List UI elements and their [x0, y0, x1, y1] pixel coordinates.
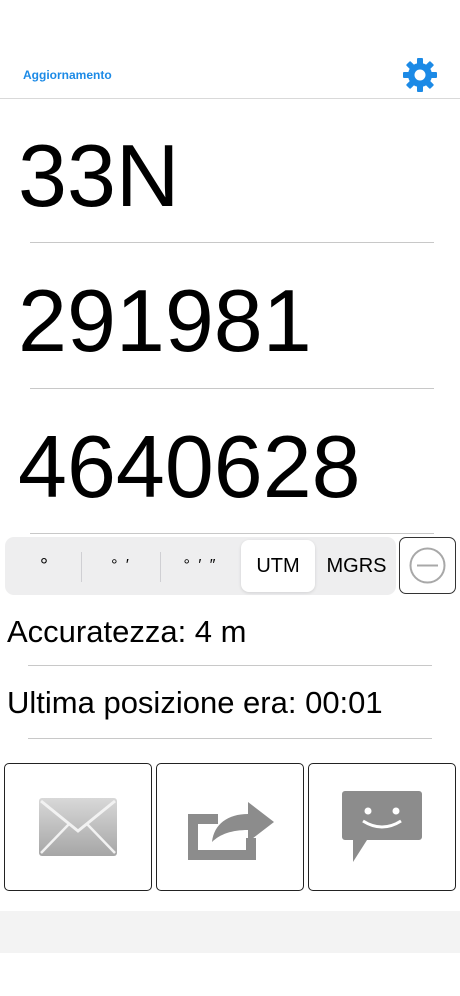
minus-circle-icon [409, 547, 446, 584]
divider [28, 665, 432, 666]
utm-easting: 291981 [18, 271, 312, 370]
divider [30, 388, 434, 389]
settings-button[interactable] [400, 55, 440, 95]
email-button[interactable] [4, 763, 152, 891]
format-option-label: UTM [256, 554, 300, 577]
screen: Aggiornamento 33N 291981 4640628 ° ° ′ °… [0, 0, 460, 996]
gear-icon [403, 58, 437, 92]
accuracy-text: Accuratezza: 4 m [7, 614, 247, 649]
format-option-label: ° ′ ″ [183, 557, 218, 574]
share-icon [188, 802, 274, 860]
top-bar: Aggiornamento [0, 0, 460, 99]
format-option-degrees[interactable]: ° [7, 540, 81, 592]
share-button[interactable] [156, 763, 304, 891]
last-position-text: Ultima posizione era: 00:01 [7, 685, 383, 720]
message-button[interactable] [308, 763, 456, 891]
format-segmented-control: ° ° ′ ° ′ ″ UTM MGRS [5, 537, 396, 595]
format-option-degrees-minutes[interactable]: ° ′ [82, 540, 160, 592]
remove-button[interactable] [399, 537, 456, 594]
divider [30, 242, 434, 243]
format-option-degrees-minutes-seconds[interactable]: ° ′ ″ [161, 540, 240, 592]
divider [30, 533, 434, 534]
format-option-label: ° [40, 554, 48, 577]
refresh-link[interactable]: Aggiornamento [23, 68, 112, 82]
format-option-label: ° ′ [111, 557, 131, 574]
utm-northing: 4640628 [18, 417, 361, 516]
message-icon [342, 791, 422, 862]
envelope-icon [39, 798, 117, 856]
format-option-label: MGRS [326, 554, 387, 577]
divider [28, 738, 432, 739]
format-option-mgrs[interactable]: MGRS [317, 540, 396, 592]
format-option-utm[interactable]: UTM [241, 540, 315, 592]
utm-zone: 33N [18, 126, 180, 225]
bottom-strip [0, 911, 460, 953]
